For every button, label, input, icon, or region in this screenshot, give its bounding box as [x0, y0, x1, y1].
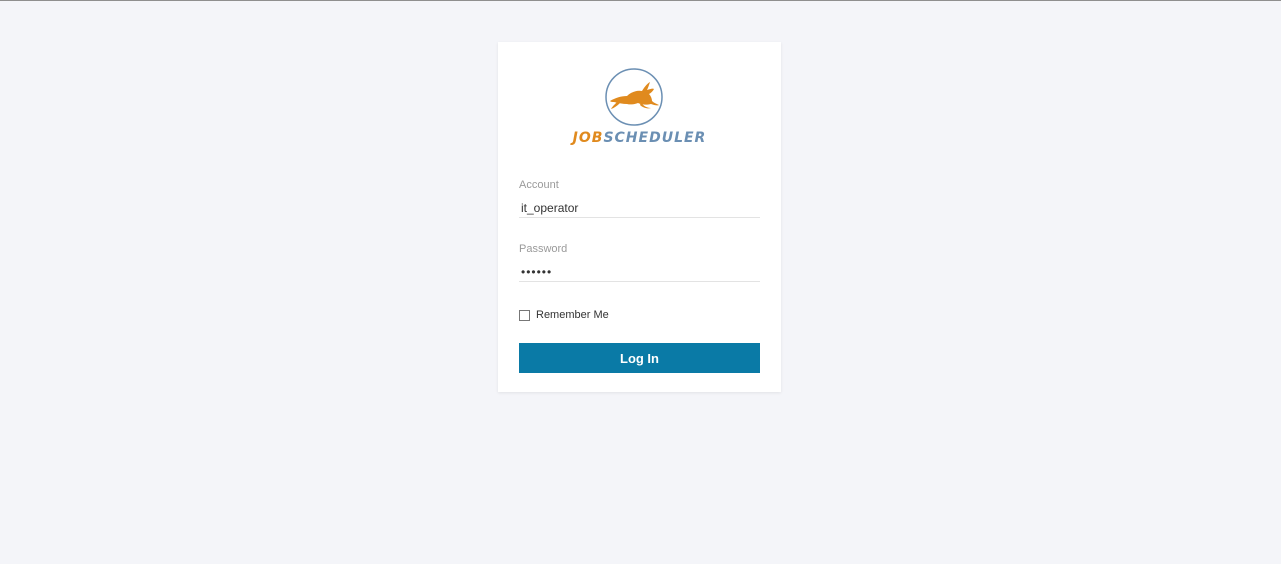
password-field-group: Password — [519, 243, 760, 282]
password-input[interactable] — [519, 262, 760, 282]
logo-text-scheduler: SCHEDULER — [603, 130, 707, 146]
account-field-group: Account — [519, 179, 760, 218]
rabbit-logo-icon — [605, 68, 663, 126]
remember-me-checkbox[interactable] — [519, 309, 530, 321]
remember-me-label[interactable]: Remember Me — [536, 309, 609, 321]
account-label: Account — [519, 179, 559, 191]
account-input[interactable] — [519, 198, 760, 218]
app-logo-text: JOBSCHEDULER — [498, 130, 781, 146]
login-card: JOBSCHEDULER Account Password Remember M… — [498, 42, 781, 392]
app-logo: JOBSCHEDULER — [498, 66, 781, 156]
password-label: Password — [519, 243, 568, 255]
logo-text-job: JOB — [572, 130, 604, 146]
window-top-border — [0, 0, 1281, 1]
login-button[interactable]: Log In — [519, 343, 760, 373]
remember-me-row[interactable]: Remember Me — [519, 308, 609, 322]
